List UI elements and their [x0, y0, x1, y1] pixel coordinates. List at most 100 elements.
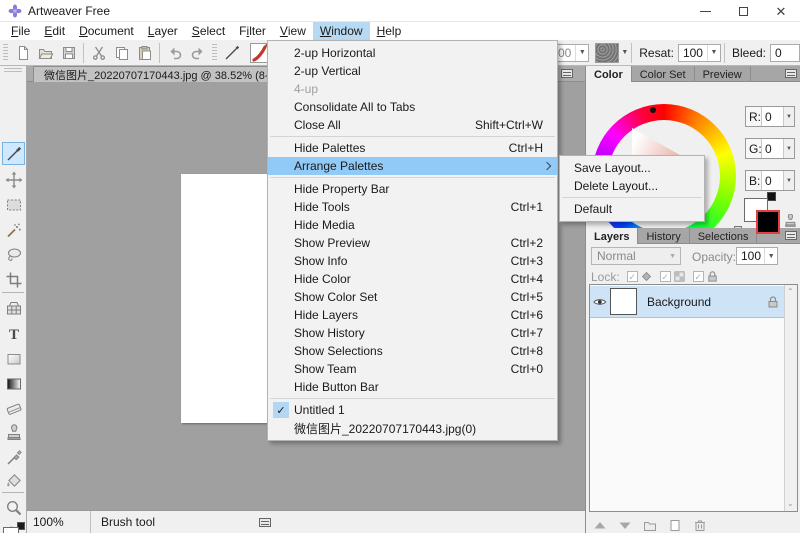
menu-window[interactable]: Window	[313, 22, 370, 40]
lock-transparency-checkbox[interactable]: ✓	[660, 271, 671, 282]
grain-texture-swatch[interactable]	[595, 43, 619, 63]
resat-dropdown-icon[interactable]: ▼	[707, 45, 720, 61]
menu-file[interactable]: File	[4, 22, 37, 40]
lock-position-checkbox[interactable]: ✓	[627, 271, 638, 282]
menu-item-untitled-1[interactable]: ✓Untitled 1	[268, 401, 557, 419]
new-group-button[interactable]	[642, 518, 658, 532]
menu-item-hide-layers[interactable]: Hide LayersCtrl+6	[268, 306, 557, 324]
crop-tool[interactable]	[2, 268, 25, 291]
menu-item-show-preview[interactable]: Show PreviewCtrl+2	[268, 234, 557, 252]
opacity-dropdown-icon[interactable]: ▼	[764, 248, 777, 264]
scroll-up-icon[interactable]: ⌃	[787, 288, 795, 296]
paste-button[interactable]	[133, 42, 156, 64]
menu-item-show-info[interactable]: Show InfoCtrl+3	[268, 252, 557, 270]
zoom-level-box[interactable]: 100%	[27, 511, 91, 533]
tabbar-menu-icon[interactable]	[561, 69, 573, 78]
layer-list-scrollbar[interactable]: ⌃ ⌄	[784, 285, 797, 511]
lock-all-checkbox[interactable]: ✓	[693, 271, 704, 282]
bleed-input[interactable]: 0	[770, 44, 800, 62]
cut-button[interactable]	[87, 42, 110, 64]
statusbar-menu-icon[interactable]	[259, 518, 271, 527]
layers-tab-history[interactable]: History	[638, 228, 689, 244]
menu-item-2-up-horizontal[interactable]: 2-up Horizontal	[268, 44, 557, 62]
move-layer-down-button[interactable]	[617, 518, 633, 532]
rgb-dropdown-icon[interactable]: ▼	[783, 107, 794, 126]
color-tab-preview[interactable]: Preview	[695, 66, 751, 82]
menu-view[interactable]: View	[273, 22, 313, 40]
menu-item-hide-button-bar[interactable]: Hide Button Bar	[268, 378, 557, 396]
menu-item-hide-media[interactable]: Hide Media	[268, 216, 557, 234]
menu-item-show-selections[interactable]: Show SelectionsCtrl+8	[268, 342, 557, 360]
grain-dropdown-icon[interactable]: ▼	[575, 45, 588, 61]
layer-visibility-toggle[interactable]	[590, 295, 610, 309]
magic-wand-tool[interactable]	[2, 218, 25, 241]
menu-help[interactable]: Help	[370, 22, 409, 40]
copy-button[interactable]	[110, 42, 133, 64]
rgb-dropdown-icon[interactable]: ▼	[783, 171, 794, 190]
zoom-tool[interactable]	[2, 496, 25, 519]
blend-mode-select[interactable]: Normal ▼	[591, 247, 681, 265]
minimize-button[interactable]	[686, 0, 724, 22]
menu-item-consolidate-all-to-tabs[interactable]: Consolidate All to Tabs	[268, 98, 557, 116]
color-tab-color[interactable]: Color	[586, 66, 632, 82]
maximize-button[interactable]	[724, 0, 762, 22]
close-button[interactable]: ✕	[762, 0, 800, 22]
rgb-field-b[interactable]: B:0▼	[745, 170, 795, 191]
menu-item-hide-palettes[interactable]: Hide PalettesCtrl+H	[268, 139, 557, 157]
text-tool[interactable]: T	[2, 322, 25, 345]
marquee-tool[interactable]	[2, 193, 25, 216]
menu-item-微信图片-20220707170443-jpg-0[interactable]: 微信图片_20220707170443.jpg(0)	[268, 419, 557, 437]
menu-item-2-up-vertical[interactable]: 2-up Vertical	[268, 62, 557, 80]
layer-thumbnail[interactable]	[610, 288, 637, 315]
toolbar-grip-mid[interactable]	[212, 44, 217, 62]
new-document-button[interactable]	[11, 42, 34, 64]
menu-item-show-history[interactable]: Show HistoryCtrl+7	[268, 324, 557, 342]
menu-item-hide-color[interactable]: Hide ColorCtrl+4	[268, 270, 557, 288]
grain-texture-dropdown-icon[interactable]: ▼	[621, 49, 628, 56]
line-tool-button[interactable]	[220, 42, 243, 64]
layers-tab-selections[interactable]: Selections	[690, 228, 758, 244]
rgb-value[interactable]: 0	[761, 107, 783, 126]
brush-tool[interactable]	[2, 142, 25, 165]
layer-row-background[interactable]: Background	[590, 286, 784, 318]
menu-item-show-team[interactable]: Show TeamCtrl+0	[268, 360, 557, 378]
undo-button[interactable]	[163, 42, 186, 64]
mesh-tool[interactable]	[2, 297, 25, 320]
save-button[interactable]	[57, 42, 80, 64]
redo-button[interactable]	[186, 42, 209, 64]
resat-input[interactable]: 100 ▼	[678, 44, 721, 62]
open-folder-button[interactable]	[34, 42, 57, 64]
eyedropper-tool[interactable]	[2, 445, 25, 468]
toolbar-grip[interactable]	[3, 44, 8, 62]
move-tool[interactable]	[2, 168, 25, 191]
color-tab-color-set[interactable]: Color Set	[632, 66, 695, 82]
foreground-color-swatch[interactable]	[3, 527, 19, 533]
canvas-image[interactable]	[181, 174, 273, 423]
menu-item-delete-layout[interactable]: Delete Layout...	[560, 177, 704, 195]
menu-item-hide-tools[interactable]: Hide ToolsCtrl+1	[268, 198, 557, 216]
menu-item-show-color-set[interactable]: Show Color SetCtrl+5	[268, 288, 557, 306]
rgb-field-r[interactable]: R:0▼	[745, 106, 795, 127]
layers-panel-menu-icon[interactable]	[785, 231, 797, 240]
menu-item-close-all[interactable]: Close AllShift+Ctrl+W	[268, 116, 557, 134]
rgb-value[interactable]: 0	[761, 171, 783, 190]
shape-tool[interactable]	[2, 347, 25, 370]
stamp-icon[interactable]	[783, 214, 797, 228]
opacity-input[interactable]: 100 ▼	[736, 247, 778, 265]
menu-item-arrange-palettes[interactable]: Arrange Palettes	[268, 157, 557, 175]
color-background-mini-swatch[interactable]	[767, 192, 776, 201]
rgb-value[interactable]: 0	[761, 139, 783, 158]
color-background-swatch[interactable]	[756, 210, 780, 234]
hue-marker[interactable]	[650, 107, 656, 113]
menu-document[interactable]: Document	[72, 22, 141, 40]
toolbox-grip[interactable]	[4, 68, 22, 73]
gradient-tool[interactable]	[2, 372, 25, 395]
menu-layer[interactable]: Layer	[141, 22, 185, 40]
menu-select[interactable]: Select	[185, 22, 232, 40]
rgb-dropdown-icon[interactable]: ▼	[783, 139, 794, 158]
menu-item-default[interactable]: Default	[560, 200, 704, 218]
menu-item-save-layout[interactable]: Save Layout...	[560, 159, 704, 177]
menu-filter[interactable]: Filter	[232, 22, 273, 40]
menu-edit[interactable]: Edit	[37, 22, 72, 40]
paint-bucket-tool[interactable]	[2, 469, 25, 492]
